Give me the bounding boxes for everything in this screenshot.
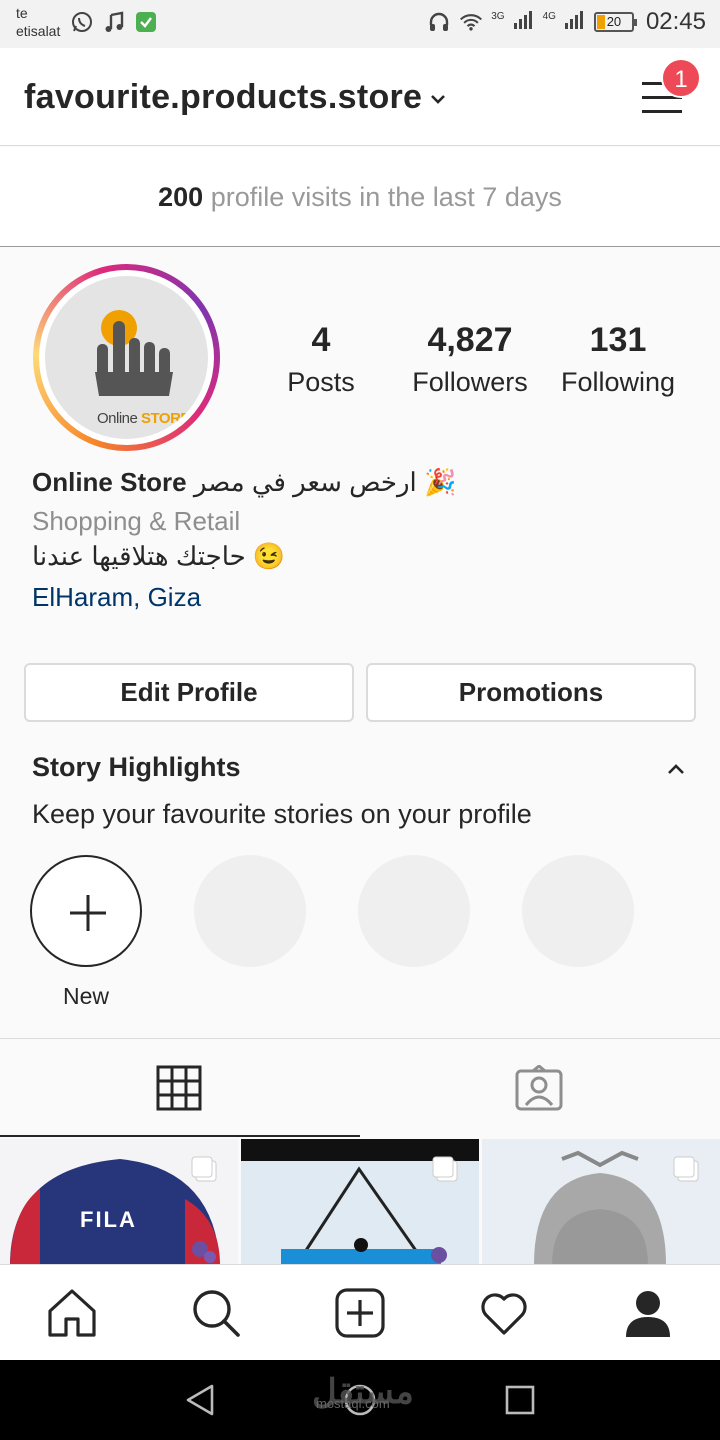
profile-location-link[interactable]: ElHaram, Giza: [32, 582, 201, 613]
battery-icon: 20: [593, 12, 637, 32]
tab-grid[interactable]: [0, 1039, 360, 1137]
posts-stat[interactable]: 4 Posts: [276, 318, 366, 402]
avatar[interactable]: Online STORE: [33, 264, 220, 451]
network-type-1: 3G: [491, 10, 505, 22]
new-highlight-button[interactable]: [30, 855, 142, 967]
store-logo: Online STORE: [45, 276, 208, 439]
grid-icon: [156, 1065, 202, 1111]
followers-count: 4,827: [427, 321, 513, 359]
multi-photo-icon: [431, 1155, 459, 1183]
insights-text: profile visits in the last 7 days: [203, 182, 562, 212]
add-post-icon[interactable]: [334, 1287, 386, 1339]
chevron-up-icon[interactable]: [663, 756, 689, 782]
status-bar: te etisalat 3G 4G 20 02:45: [0, 0, 720, 48]
account-switcher[interactable]: favourite.products.store: [24, 78, 422, 117]
profile-icon[interactable]: [622, 1287, 674, 1339]
posts-count: 4: [311, 321, 331, 359]
home-icon[interactable]: [46, 1287, 98, 1339]
story-highlights-subtitle: Keep your favourite stories on your prof…: [32, 799, 532, 829]
profile-header: favourite.products.store 1: [0, 48, 720, 146]
following-label: Following: [560, 367, 676, 397]
followers-label: Followers: [412, 367, 528, 397]
post-brand-text: FILA: [80, 1207, 137, 1232]
edit-profile-button[interactable]: Edit Profile: [24, 663, 354, 722]
following-stat[interactable]: 131 Following: [552, 318, 684, 402]
headset-icon: [427, 10, 451, 34]
followers-stat[interactable]: 4,827 Followers: [400, 318, 540, 402]
clock: 02:45: [645, 8, 706, 35]
tagged-icon: [515, 1065, 563, 1111]
post-thumbnail[interactable]: FILA: [0, 1139, 238, 1265]
multi-photo-icon: [190, 1155, 218, 1183]
system-navigation-bar: مستقل mostaql.com: [0, 1360, 720, 1440]
highlight-placeholder: [358, 855, 470, 967]
insights-count: 200: [158, 182, 204, 212]
promotions-button[interactable]: Promotions: [366, 663, 696, 722]
profile-tabs: [0, 1038, 720, 1138]
logo-text-accent: STORE: [141, 410, 190, 427]
carrier-label: te etisalat: [16, 4, 60, 40]
signal-icon: [513, 9, 535, 36]
profile-insights-banner[interactable]: 200 profile visits in the last 7 days: [0, 147, 720, 247]
carrier-line-2: etisalat: [16, 23, 61, 39]
plus-icon: [70, 895, 106, 931]
profile-name: Online Store ارخص سعر في مصر 🎉: [32, 467, 456, 498]
recent-apps-icon[interactable]: [504, 1384, 536, 1421]
posts-label: Posts: [287, 367, 355, 397]
logo-text: Online: [97, 410, 142, 427]
highlight-placeholder: [194, 855, 306, 967]
new-highlight-label: New: [62, 983, 109, 1009]
heart-icon[interactable]: [478, 1287, 530, 1339]
following-count: 131: [589, 321, 647, 359]
post-grid: FILA: [0, 1139, 720, 1265]
profile-name-text: Online Store: [32, 467, 187, 497]
multi-photo-icon: [672, 1155, 700, 1183]
carrier-line-1: te: [16, 5, 28, 21]
security-check-icon: [134, 10, 158, 34]
story-highlights-title: Story Highlights: [32, 752, 241, 782]
profile-bio: حاجتك هتلاقيها عندنا 😉: [32, 541, 286, 571]
music-icon: [102, 10, 126, 34]
network-type-2: 4G: [542, 10, 556, 22]
post-thumbnail[interactable]: [241, 1139, 479, 1265]
profile-name-arabic: ارخص سعر في مصر 🎉: [186, 467, 457, 497]
wifi-icon: [459, 10, 483, 34]
bottom-navigation: [0, 1264, 720, 1360]
search-icon[interactable]: [190, 1287, 242, 1339]
chevron-down-icon[interactable]: [430, 92, 446, 110]
profile-category: Shopping & Retail: [32, 506, 241, 536]
back-icon[interactable]: [182, 1382, 218, 1423]
highlight-placeholder: [522, 855, 634, 967]
signal-icon: [564, 9, 586, 36]
notification-badge: 1: [661, 58, 701, 98]
tab-tagged[interactable]: [360, 1039, 720, 1137]
whatsapp-icon: [70, 10, 94, 34]
battery-level: 20: [606, 14, 622, 29]
watermark-domain: mostaql.com: [316, 1396, 390, 1411]
post-thumbnail[interactable]: [482, 1139, 720, 1265]
